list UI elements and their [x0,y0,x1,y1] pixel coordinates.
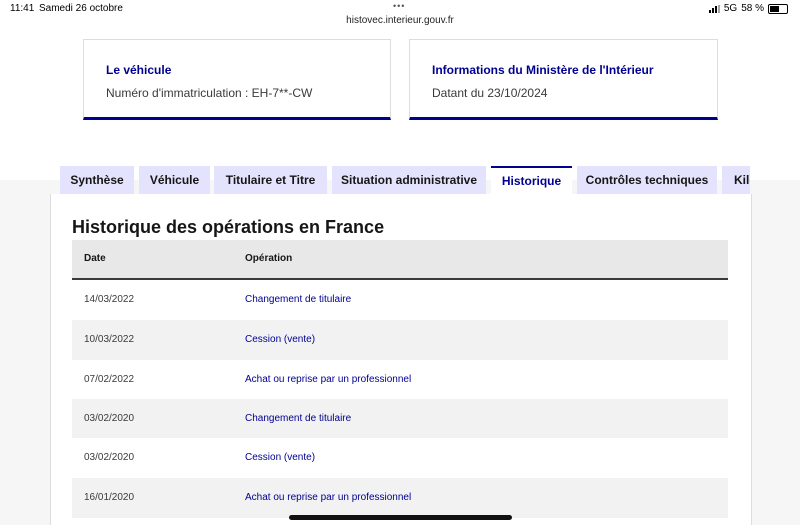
tab-titulaire-titre[interactable]: Titulaire et Titre [214,166,327,194]
row-operation: Changement de titulaire [245,294,352,305]
row-operation: Changement de titulaire [245,413,352,424]
column-header-operation: Opération [245,253,293,264]
row-date: 03/02/2020 [84,413,135,424]
battery-label: 58 % [741,3,764,14]
more-dots-icon[interactable]: ••• [393,1,405,11]
tab-kilometrage[interactable]: Kilo [722,166,750,194]
row-operation: Achat ou reprise par un professionnel [245,374,412,385]
column-header-date: Date [84,253,106,264]
ministry-info-card: Informations du Ministère de l'Intérieur… [409,39,718,120]
row-date: 10/03/2022 [84,334,135,345]
row-operation: Cession (vente) [245,334,316,345]
tab-controles-techniques[interactable]: Contrôles techniques [577,166,717,194]
row-date: 14/03/2022 [84,294,135,305]
row-operation: Achat ou reprise par un professionnel [245,492,412,503]
table-row: 07/02/2022 Achat ou reprise par un profe… [72,360,728,400]
battery-icon [768,3,788,14]
data-date: Datant du 23/10/2024 [432,86,548,100]
table-header: Date Opération [72,240,728,280]
status-indicators: 5G 58 % [708,3,788,14]
row-operation: Cession (vente) [245,452,316,463]
row-date: 16/01/2020 [84,492,135,503]
vehicle-card-title: Le véhicule [106,63,172,77]
ministry-card-title: Informations du Ministère de l'Intérieur [432,63,654,77]
ios-status-bar: 11:41 Samedi 26 octobre ••• histovec.int… [0,0,800,30]
table-row: 10/03/2022 Cession (vente) [72,320,728,360]
row-date: 07/02/2022 [84,374,135,385]
registration-number: Numéro d'immatriculation : EH-7**-CW [106,86,313,100]
row-date: 03/02/2020 [84,452,135,463]
signal-icon [708,4,720,13]
table-row: 14/03/2022 Changement de titulaire [72,280,728,320]
table-row: 16/01/2020 Achat ou reprise par un profe… [72,478,728,518]
tab-vehicule[interactable]: Véhicule [139,166,210,194]
status-date: Samedi 26 octobre [39,3,123,14]
section-title: Historique des opérations en France [72,217,385,237]
status-time: 11:41 [10,3,35,14]
home-indicator[interactable] [289,515,512,520]
address-bar-url[interactable]: histovec.interieur.gouv.fr [0,15,800,26]
vehicle-card: Le véhicule Numéro d'immatriculation : E… [83,39,391,120]
tab-bar: Synthèse Véhicule Titulaire et Titre Sit… [60,166,750,194]
network-label: 5G [723,3,738,14]
tab-historique[interactable]: Historique [491,166,572,194]
tab-situation-administrative[interactable]: Situation administrative [332,166,486,194]
tab-synthese[interactable]: Synthèse [60,166,134,194]
table-row: 03/02/2020 Changement de titulaire [72,399,728,439]
table-row: 03/02/2020 Cession (vente) [72,438,728,478]
